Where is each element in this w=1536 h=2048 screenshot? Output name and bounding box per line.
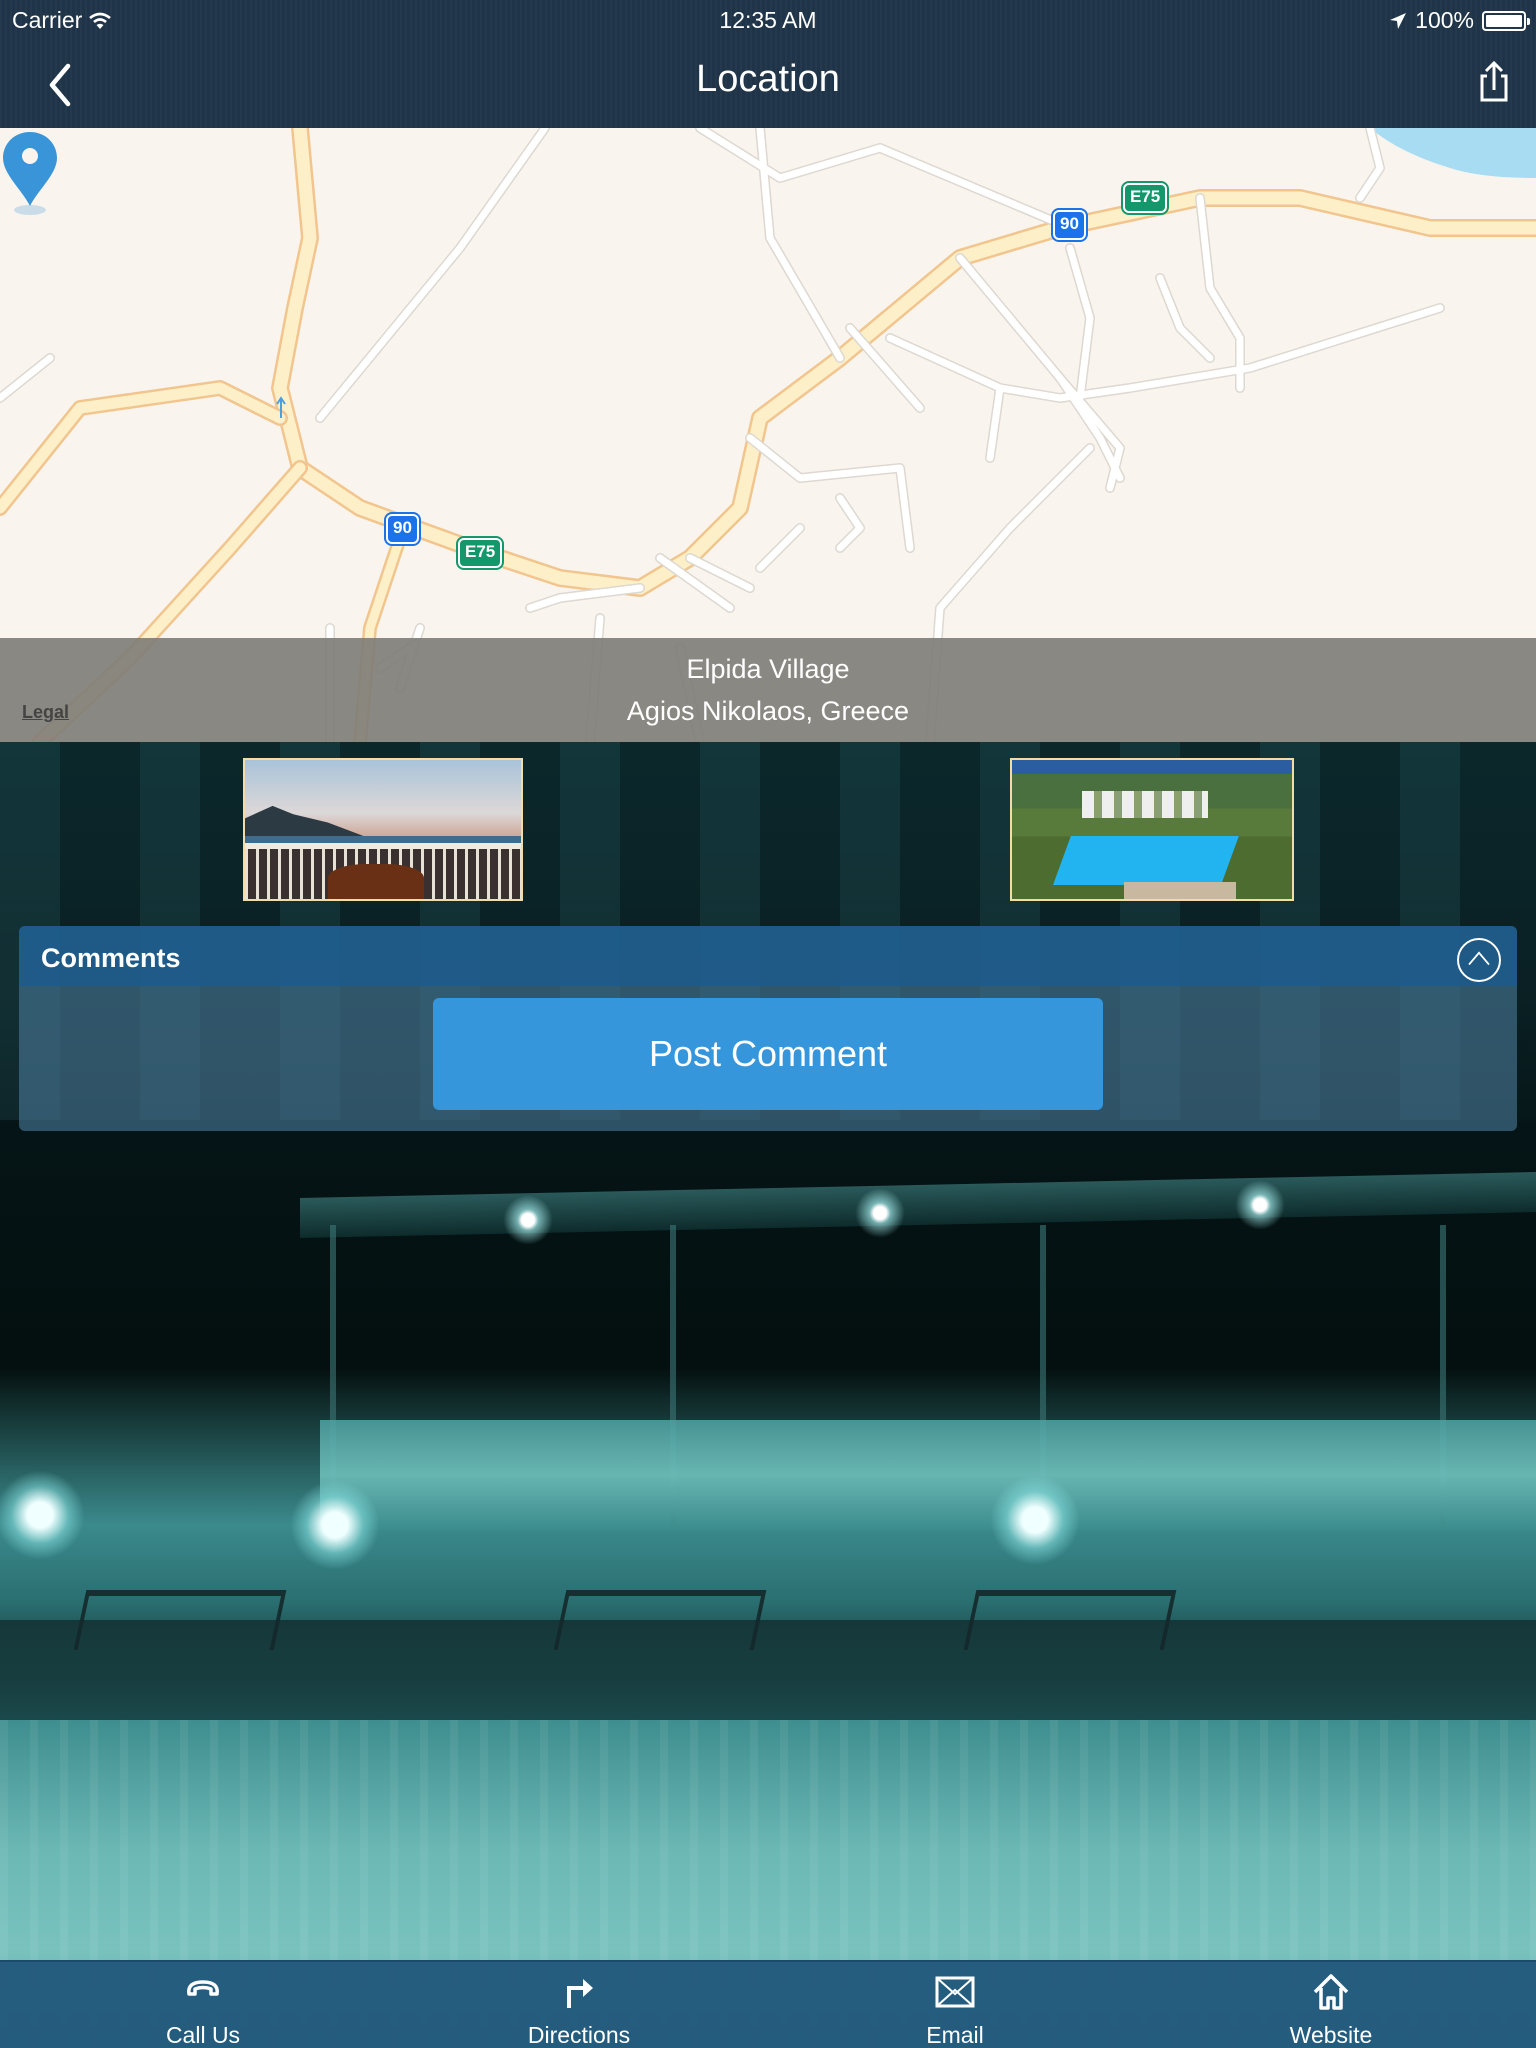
background-lamp	[855, 1188, 905, 1238]
location-info-overlay: Elpida Village Agios Nikolaos, Greece Le…	[0, 638, 1536, 742]
chevron-up-circle-icon[interactable]	[1457, 938, 1501, 982]
gallery-thumbnail[interactable]	[1010, 758, 1294, 901]
directions-arrow-icon	[567, 1979, 593, 2008]
background-pergola	[300, 1172, 1536, 1238]
status-time: 12:35 AM	[719, 7, 817, 33]
background-lounger	[963, 1590, 1177, 1650]
comments-header[interactable]: Comments	[19, 926, 1517, 986]
comments-panel: Comments Post Comment	[19, 926, 1517, 1131]
tab-label: Email	[926, 2022, 984, 2048]
map-view[interactable]: 90 E75 90 E75 Elpida Village Agios Nikol…	[0, 128, 1536, 742]
place-name: Elpida Village	[686, 654, 850, 684]
thumbnail-houses	[1082, 790, 1208, 819]
background-lamp	[1235, 1180, 1285, 1230]
route-shield-90: 90	[1053, 210, 1086, 240]
tab-label: Website	[1289, 2022, 1373, 2048]
route-shield-90: 90	[386, 514, 419, 544]
route-shield-e75: E75	[1123, 183, 1168, 213]
background-lamp	[503, 1195, 553, 1245]
page-title: Location	[696, 58, 840, 100]
battery-icon	[1482, 10, 1530, 31]
phone-icon	[187, 1980, 219, 1996]
post-comment-button[interactable]: Post Comment	[433, 998, 1103, 1110]
thumbnail-pool	[1053, 836, 1240, 886]
battery-percent: 100%	[1415, 7, 1474, 33]
background-lounger	[73, 1590, 287, 1650]
tab-website[interactable]: Website	[1231, 1962, 1431, 2048]
share-icon[interactable]	[1474, 58, 1514, 108]
route-shield-e75: E75	[458, 538, 503, 568]
gallery-thumbnail[interactable]	[243, 758, 523, 901]
location-arrow-icon	[1390, 12, 1407, 29]
background-light	[290, 1480, 380, 1570]
background-light	[990, 1475, 1080, 1565]
thumbnail-deck	[1124, 882, 1236, 899]
home-icon	[1313, 1974, 1349, 2010]
status-right: 100%	[1389, 7, 1530, 34]
background-light	[0, 1470, 85, 1560]
status-bar: Carrier 12:35 AM 100%	[0, 0, 1536, 40]
background-lounger	[553, 1590, 767, 1650]
tab-label: Directions	[527, 2022, 631, 2048]
tab-call-us[interactable]: Call Us	[103, 1962, 303, 2048]
tab-label: Call Us	[165, 2022, 241, 2048]
tab-bar: Call Us Directions Email Website	[0, 1960, 1536, 2048]
legal-link[interactable]: Legal	[22, 702, 69, 723]
map-pin-icon[interactable]	[0, 128, 60, 218]
thumbnail-chair	[327, 864, 425, 899]
background-glass-wall	[320, 1420, 1536, 1530]
place-address: Agios Nikolaos, Greece	[626, 696, 910, 726]
tab-email[interactable]: Email	[855, 1962, 1055, 2048]
comments-title: Comments	[41, 943, 181, 973]
navigation-bar: Carrier 12:35 AM 100% Location	[0, 0, 1536, 128]
envelope-icon	[935, 1976, 975, 2008]
tab-directions[interactable]: Directions	[479, 1962, 679, 2048]
